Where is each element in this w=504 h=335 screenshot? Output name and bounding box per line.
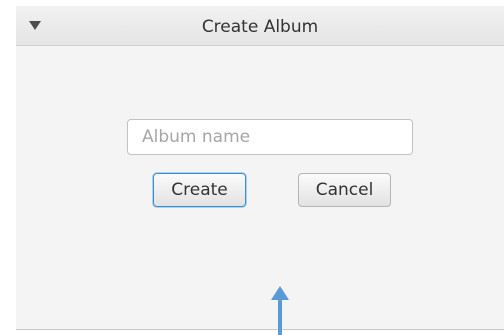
cancel-button[interactable]: Cancel <box>298 173 391 207</box>
dialog-title: Create Album <box>201 17 319 37</box>
screenshot-canvas: Create Album Create Cancel <box>0 0 504 335</box>
album-name-input[interactable] <box>127 119 413 155</box>
dialog-titlebar: Create Album <box>16 6 504 46</box>
create-album-dialog: Create Album Create Cancel <box>16 6 504 330</box>
up-arrow-icon <box>271 286 289 335</box>
create-button[interactable]: Create <box>153 173 246 207</box>
